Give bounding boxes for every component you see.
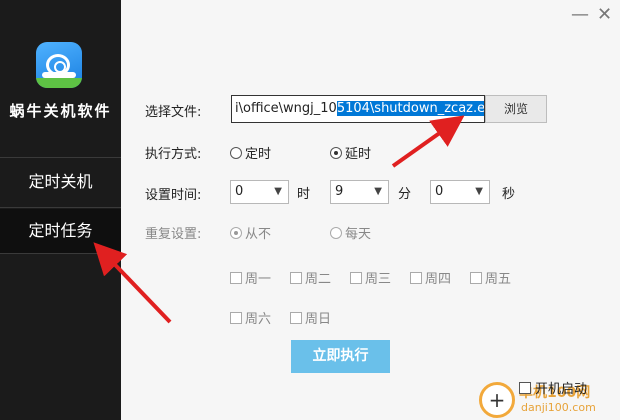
minute-value: 9 [335,184,344,199]
weekday-checkbox-wed[interactable]: 周三 [350,268,391,287]
minute-unit: 分 [398,187,412,202]
boot-start-checkbox[interactable]: 开机启动 [519,378,587,397]
checkbox-icon [230,311,242,324]
plus-icon: + [479,382,515,418]
checkbox-icon [519,381,531,394]
minute-select[interactable]: 9 ▼ [330,180,389,204]
repeat-label: 重复设置: [145,227,202,242]
radio-checked-icon [330,146,342,159]
mode-option-label: 定时 [245,147,272,162]
sidebar-divider [0,157,121,158]
weekday-label: 周四 [425,272,452,287]
mode-radio-scheduled[interactable]: 定时 [230,143,271,162]
weekday-label: 周三 [365,272,392,287]
repeat-radio-never[interactable]: 从不 [230,223,271,242]
checkbox-icon [410,271,422,284]
file-path-input[interactable]: i\office\wngj_105104\shutdown_zcaz.exe [231,95,485,123]
hour-value: 0 [235,184,244,199]
boot-start-label: 开机启动 [535,382,588,397]
watermark-url: danji100.com [521,401,596,414]
sidebar-divider [0,207,121,208]
time-label: 设置时间: [145,188,202,203]
execute-now-button[interactable]: 立即执行 [291,340,390,373]
weekday-checkbox-sat[interactable]: 周六 [230,308,271,327]
sidebar: 蜗牛关机软件 定时关机 定时任务 [0,0,121,420]
repeat-option-label: 每天 [345,227,372,242]
checkbox-icon [290,271,302,284]
browse-button[interactable]: 浏览 [485,95,547,123]
weekday-label: 周六 [245,312,272,327]
weekday-checkbox-tue[interactable]: 周二 [290,268,331,287]
hour-select[interactable]: 0 ▼ [230,180,289,204]
main-panel: — ✕ 选择文件: i\office\wngj_105104\shutdown_… [121,0,620,420]
radio-icon [330,226,342,239]
weekday-label: 周日 [305,312,332,327]
repeat-option-label: 从不 [245,227,272,242]
mode-radio-delay[interactable]: 延时 [330,143,371,162]
weekday-checkbox-fri[interactable]: 周五 [470,268,511,287]
chevron-down-icon: ▼ [475,186,483,197]
weekday-checkbox-mon[interactable]: 周一 [230,268,271,287]
second-select[interactable]: 0 ▼ [430,180,490,204]
minimize-icon[interactable]: — [571,6,589,24]
close-icon[interactable]: ✕ [597,6,612,24]
snail-logo-icon [36,42,82,88]
weekday-checkbox-thu[interactable]: 周四 [410,268,451,287]
second-unit: 秒 [502,187,516,202]
sidebar-item-scheduled-shutdown[interactable]: 定时关机 [0,160,121,204]
checkbox-icon [350,271,362,284]
file-path-text: i\office\wngj_10 [235,101,337,116]
repeat-radio-daily[interactable]: 每天 [330,223,371,242]
mode-label: 执行方式: [145,147,202,162]
weekday-label: 周二 [305,272,332,287]
weekday-label: 周一 [245,272,272,287]
weekday-label: 周五 [485,272,512,287]
chevron-down-icon: ▼ [274,186,282,197]
checkbox-icon [470,271,482,284]
sidebar-item-scheduled-task[interactable]: 定时任务 [0,209,121,253]
checkbox-icon [230,271,242,284]
second-value: 0 [435,184,444,199]
file-label: 选择文件: [145,105,202,120]
weekday-checkbox-sun[interactable]: 周日 [290,308,331,327]
radio-checked-icon [230,226,242,239]
hour-unit: 时 [297,187,311,202]
sidebar-divider [0,253,121,254]
file-path-selected-text: 5104\shutdown_zcaz.exe [336,101,484,116]
radio-icon [230,146,242,159]
checkbox-icon [290,311,302,324]
app-name: 蜗牛关机软件 [9,102,112,120]
mode-option-label: 延时 [345,147,372,162]
chevron-down-icon: ▼ [374,186,382,197]
